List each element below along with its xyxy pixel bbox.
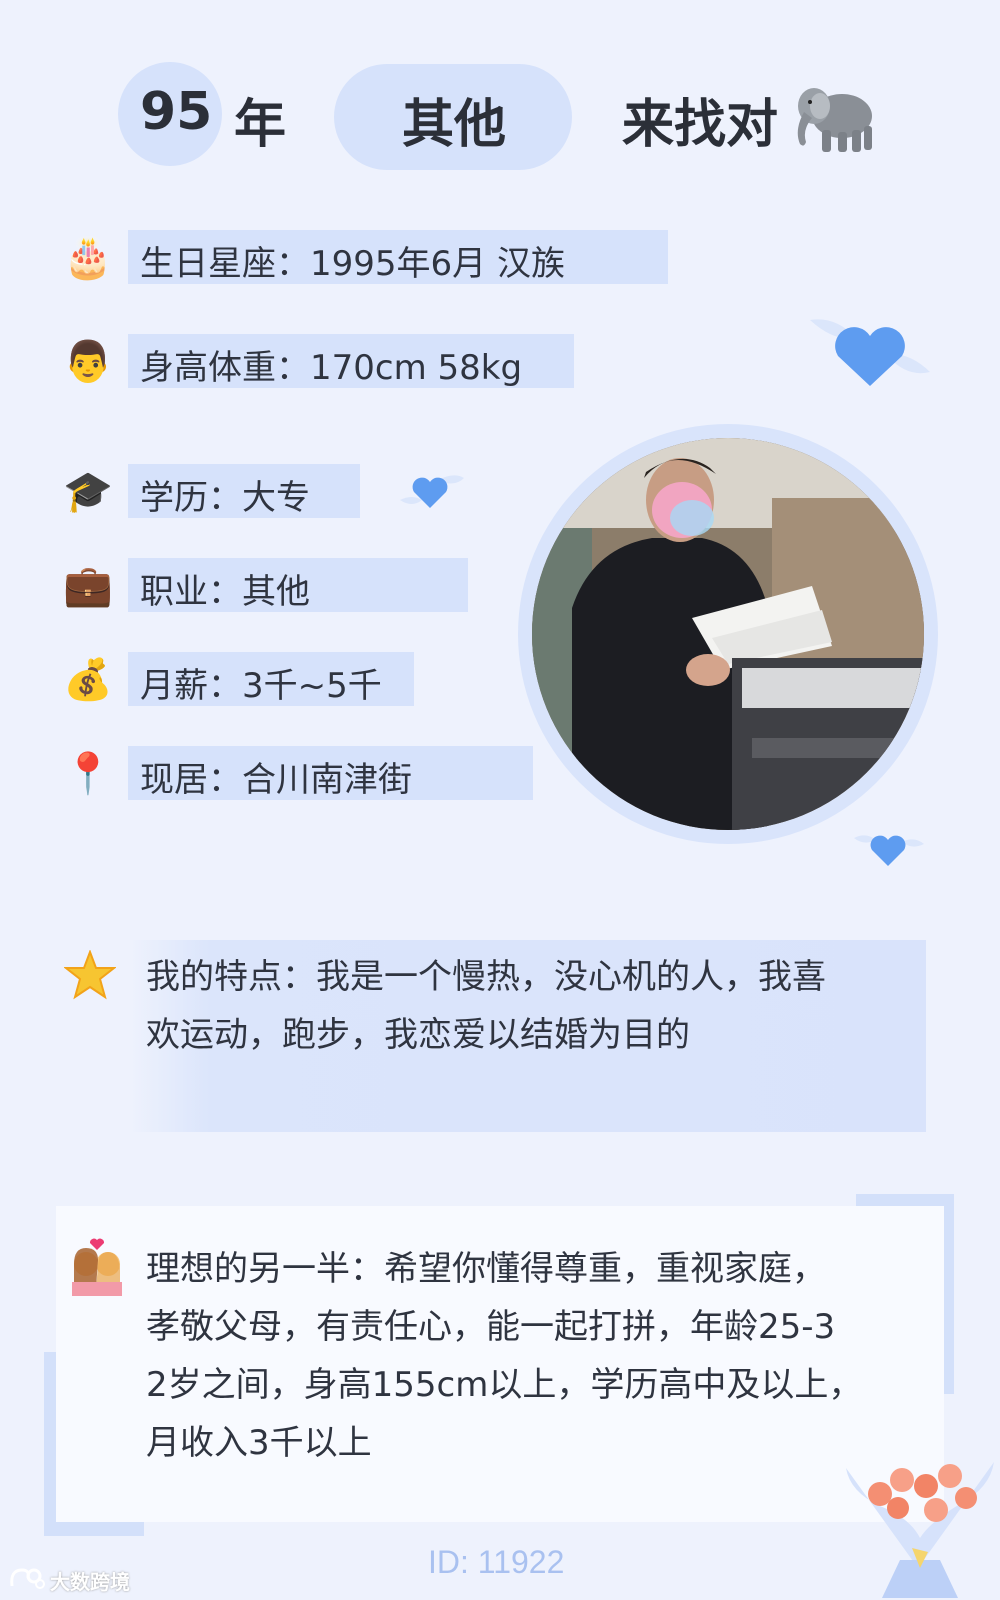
ideal-line-1: 理想的另一半：希望你懂得尊重，重视家庭， <box>146 1249 826 1289</box>
info-row-residence: 📍 现居：合川南津街 <box>0 746 560 800</box>
info-row-height-weight: 👨 身高体重：170cm 58kg <box>0 334 700 388</box>
cake-icon: 🎂 <box>63 235 113 281</box>
profile-photo <box>532 438 924 830</box>
money-bag-icon: 💰 <box>63 657 113 703</box>
birth-year-unit: 年 <box>234 95 287 155</box>
location-pin-icon: 📍 <box>63 751 113 797</box>
winged-heart-icon <box>806 312 936 392</box>
small-heart-icon-bottom <box>852 826 926 870</box>
info-text-birthday: 生日星座：1995年6月 汉族 <box>140 244 565 284</box>
info-text-education: 学历：大专 <box>140 478 310 518</box>
ideal-line-4: 月收入3千以上 <box>146 1423 372 1463</box>
man-face-icon: 👨 <box>63 339 113 385</box>
info-row-occupation: 💼 职业：其他 <box>0 558 500 612</box>
watermark-text: 大数跨境 <box>50 1570 130 1594</box>
graduation-cap-icon: 🎓 <box>63 469 113 515</box>
info-row-salary: 💰 月薪：3千~5千 <box>0 652 500 706</box>
header-job: 其他 <box>402 95 507 155</box>
small-heart-icon <box>398 470 468 514</box>
watermark-logo-icon <box>8 1566 46 1592</box>
profile-id: ID: 11922 <box>428 1544 565 1580</box>
info-text-salary: 月薪：3千~5千 <box>140 666 382 706</box>
header-slogan: 来找对 <box>622 95 779 155</box>
traits-line-1: 我的特点：我是一个慢热，没心机的人，我喜 <box>146 957 826 997</box>
birth-year: 95 <box>140 82 213 142</box>
traits-line-2: 欢运动，跑步，我恋爱以结婚为目的 <box>146 1015 690 1055</box>
briefcase-icon: 💼 <box>63 563 113 609</box>
flower-bouquet-icon <box>840 1448 1000 1600</box>
ideal-line-3: 2岁之间，身高155cm以上，学历高中及以上， <box>146 1365 863 1405</box>
elephant-icon <box>790 78 880 158</box>
info-text-height-weight: 身高体重：170cm 58kg <box>140 348 523 388</box>
info-text-occupation: 职业：其他 <box>140 572 310 612</box>
star-icon <box>63 949 117 1002</box>
ideal-line-2: 孝敬父母，有责任心，能一起打拼，年龄25-3 <box>146 1307 836 1347</box>
info-row-birthday: 🎂 生日星座：1995年6月 汉族 <box>0 230 700 284</box>
info-text-residence: 现居：合川南津街 <box>140 760 412 800</box>
couple-icon <box>68 1238 126 1296</box>
